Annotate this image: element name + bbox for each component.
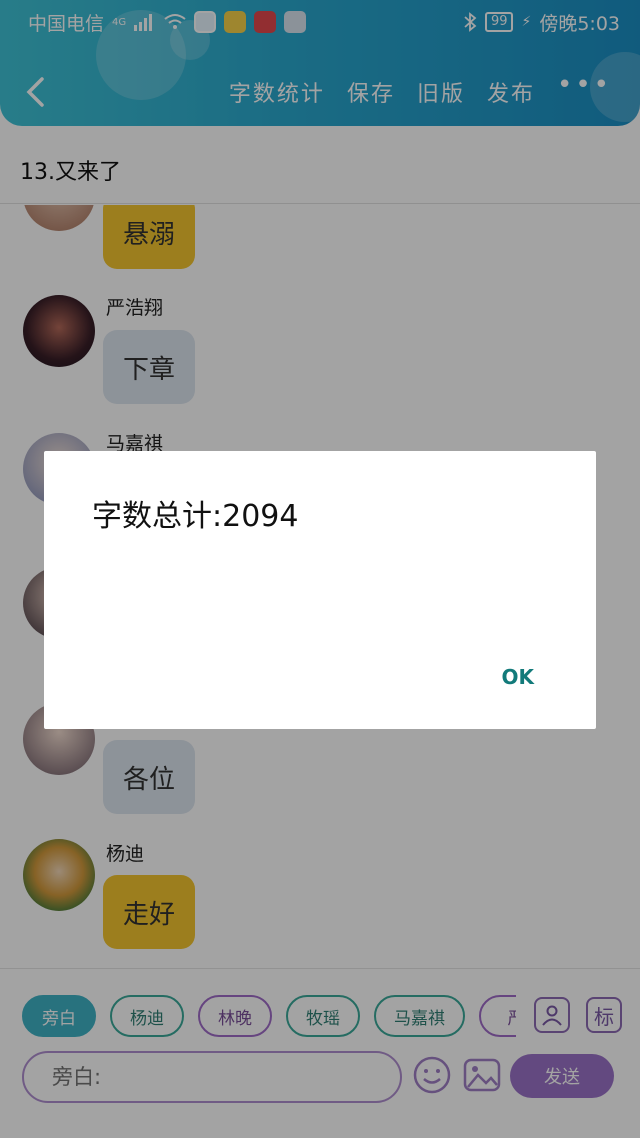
ok-button[interactable]: OK	[502, 665, 535, 689]
dialog-message: 字数总计:2094	[92, 499, 299, 534]
word-count-dialog: 字数总计:2094 OK	[44, 451, 596, 729]
